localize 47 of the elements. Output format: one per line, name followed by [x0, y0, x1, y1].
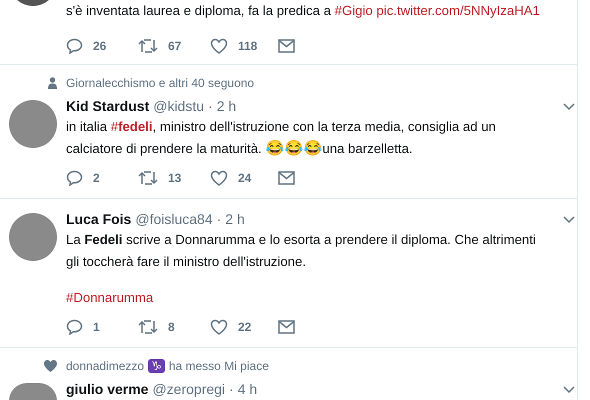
- tweet-text: La Fedeli scrive a Donnarumma e lo esorta a prendere il diploma. Che altrimenti gli toccherà fare il ministro dell'istruzione.: [66, 231, 537, 271]
- avatar[interactable]: [9, 100, 57, 148]
- heart-icon[interactable]: [210, 38, 228, 54]
- retweet-count: 67: [168, 39, 182, 53]
- author-name[interactable]: Kid Stardust: [66, 96, 150, 116]
- mail-icon[interactable]: [278, 39, 295, 53]
- social-context: donnadimezzo ♑ ha messo Mi piace: [66, 359, 269, 373]
- tweet-text: #Donnarumma: [66, 289, 154, 307]
- separator-dot: ·: [208, 97, 213, 116]
- retweet-icon[interactable]: [138, 170, 158, 186]
- timestamp[interactable]: 2 h: [216, 96, 236, 116]
- tweet-text: s'è inventata laurea e diploma, fa la predica a #Gigio pic.twitter.com/5NNyIzaHA1: [66, 2, 541, 20]
- author-name[interactable]: Luca Fois: [66, 209, 132, 229]
- avatar[interactable]: [9, 213, 57, 261]
- chevron-down-icon[interactable]: [563, 103, 575, 111]
- like-count: 24: [238, 171, 252, 185]
- author-handle[interactable]: @kidstu: [153, 96, 204, 116]
- heart-icon: [44, 360, 57, 372]
- timestamp[interactable]: 4 h: [238, 379, 258, 399]
- chevron-down-icon[interactable]: [563, 216, 575, 224]
- mail-icon[interactable]: [278, 171, 295, 185]
- timestamp[interactable]: 2 h: [225, 209, 245, 229]
- reply-icon[interactable]: [66, 170, 83, 186]
- like-count: 118: [238, 39, 258, 53]
- person-icon: [48, 77, 57, 89]
- chevron-down-icon[interactable]: [563, 386, 575, 394]
- like-count: 22: [238, 320, 252, 334]
- avatar[interactable]: [9, 383, 57, 400]
- heart-icon[interactable]: [210, 319, 228, 335]
- author-handle[interactable]: @foisluca84: [135, 209, 213, 229]
- separator-dot: ·: [216, 210, 222, 229]
- reply-count: 2: [93, 171, 100, 185]
- mail-icon[interactable]: [278, 320, 295, 334]
- retweet-count: 13: [168, 171, 182, 185]
- tweet-text: in italia #fedeli, ministro dell'istruzione con la terza media, consiglia ad un calciatore di prendere la maturità. 😂😂😂una barzelletta.: [66, 118, 497, 159]
- reply-count: 1: [93, 320, 100, 334]
- reply-icon[interactable]: [66, 319, 83, 335]
- author-handle[interactable]: @zeropregi: [152, 379, 226, 399]
- retweet-icon[interactable]: [138, 319, 158, 335]
- social-context: Giornalecchismo e altri 40 seguono: [66, 76, 254, 90]
- reply-count: 26: [93, 39, 106, 53]
- retweet-icon[interactable]: [138, 38, 158, 54]
- separator-dot: ·: [229, 380, 234, 399]
- reply-icon[interactable]: [66, 38, 83, 54]
- heart-icon[interactable]: [210, 170, 228, 186]
- retweet-count: 8: [168, 320, 175, 334]
- author-name[interactable]: giulio verme: [66, 379, 148, 399]
